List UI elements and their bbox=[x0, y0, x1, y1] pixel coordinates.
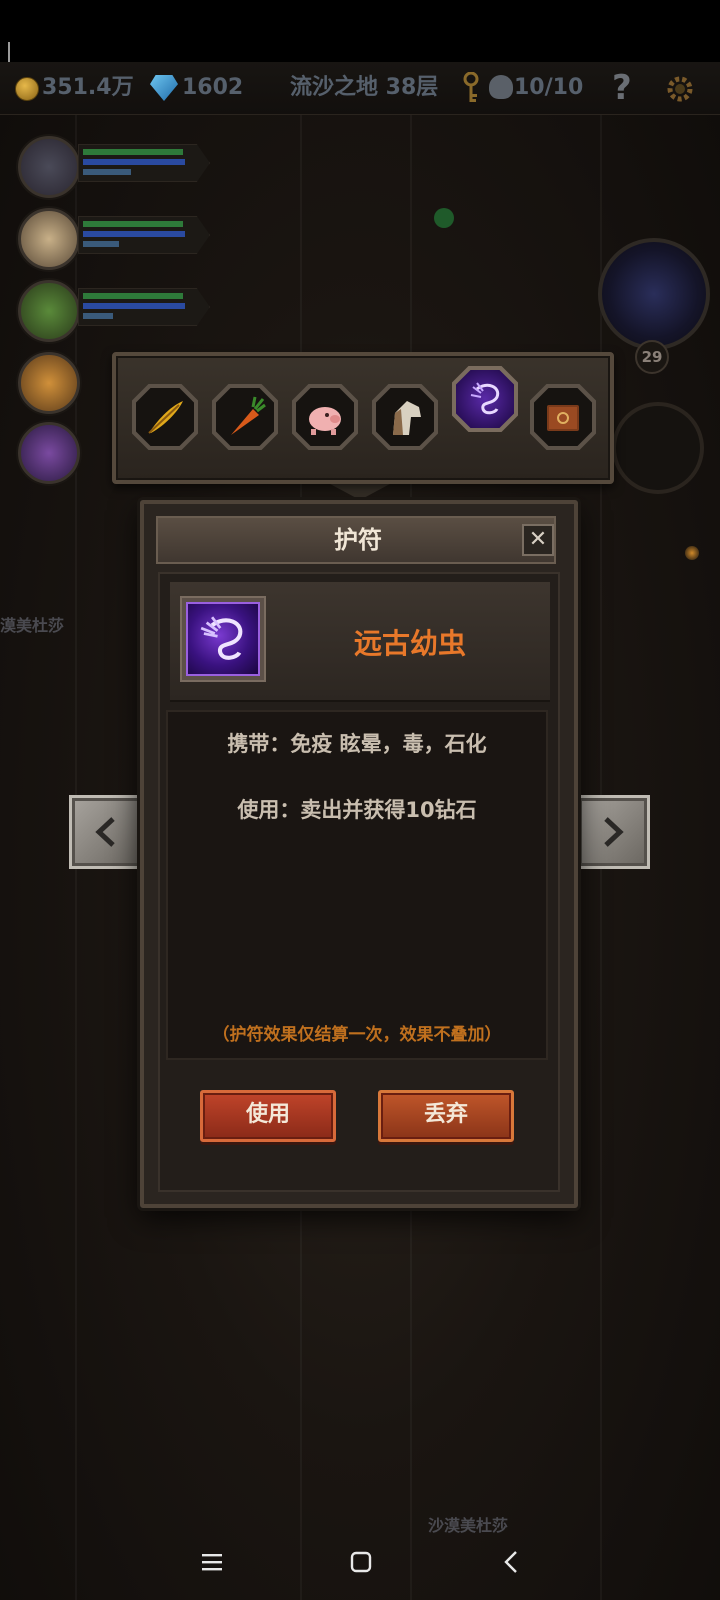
bird-emblem[interactable] bbox=[612, 402, 704, 494]
previous-item-button[interactable] bbox=[69, 795, 143, 869]
diamond-icon bbox=[150, 75, 178, 101]
dialog-title: 护符 bbox=[334, 526, 382, 554]
item-slot-6[interactable] bbox=[530, 384, 596, 450]
hero-bars bbox=[78, 288, 210, 326]
use-effect-text: 使用：卖出并获得10钻石 bbox=[237, 798, 477, 822]
gold-amount: 351.4万 bbox=[42, 75, 134, 100]
party-member-1[interactable] bbox=[8, 132, 218, 198]
close-button[interactable]: ✕ bbox=[522, 524, 554, 556]
amulet-item-bar bbox=[112, 352, 614, 484]
hero-bars bbox=[78, 144, 210, 182]
dialog-title-bar: 护符 ✕ bbox=[156, 516, 556, 564]
ancient-larva-icon bbox=[186, 602, 260, 676]
horse-head-icon bbox=[393, 401, 421, 435]
item-slot-5-selected[interactable] bbox=[452, 366, 518, 432]
help-button[interactable]: ? bbox=[612, 68, 632, 108]
home-icon[interactable] bbox=[349, 1550, 373, 1574]
party-member-2[interactable] bbox=[8, 204, 218, 270]
glow-dot bbox=[685, 546, 699, 560]
gold-coin-icon bbox=[15, 77, 39, 101]
gear-icon[interactable] bbox=[665, 74, 695, 104]
floor-label: 流沙之地 38层 bbox=[290, 75, 439, 100]
system-nav-bar bbox=[0, 1530, 720, 1600]
hero-portrait bbox=[18, 136, 80, 198]
diamond-amount: 1602 bbox=[182, 75, 244, 100]
back-icon[interactable] bbox=[500, 1550, 524, 1574]
discard-button[interactable]: 丢弃 bbox=[378, 1090, 514, 1142]
chevron-right-icon bbox=[604, 817, 624, 847]
carry-effect-text: 携带：免疫 眩晕，毒，石化 bbox=[227, 732, 487, 756]
key-icon bbox=[463, 72, 479, 102]
item-header: 远古幼虫 bbox=[170, 582, 550, 702]
level-badge: 29 bbox=[635, 340, 669, 374]
skull-icon bbox=[489, 75, 513, 99]
golden-feather-icon bbox=[148, 401, 183, 434]
item-slot-3[interactable] bbox=[292, 384, 358, 450]
carrot-icon bbox=[231, 396, 266, 435]
spellbook-icon bbox=[547, 405, 579, 431]
system-status-bar bbox=[0, 0, 720, 62]
dialog-body: 远古幼虫 携带：免疫 眩晕，毒，石化 使用：卖出并获得10钻石 （护符效果仅结算… bbox=[158, 572, 560, 1192]
effect-note: （护符效果仅结算一次，效果不叠加） bbox=[212, 1025, 502, 1045]
menu-icon[interactable] bbox=[200, 1550, 224, 1574]
item-slot-2[interactable] bbox=[212, 384, 278, 450]
hero-portrait bbox=[18, 280, 80, 342]
item-slot-4[interactable] bbox=[372, 384, 438, 450]
resource-bar: 351.4万 1602 流沙之地 38层 10/10 ? bbox=[0, 62, 720, 115]
next-item-button[interactable] bbox=[576, 795, 650, 869]
hero-portrait bbox=[18, 422, 80, 484]
amulet-dialog: 护符 ✕ 远古幼虫 携带：免疫 眩晕，毒，石化 使用：卖出并获得10钻石 （护符… bbox=[140, 500, 578, 1208]
enemy-label: 漠美杜莎 bbox=[0, 616, 65, 635]
hero-bars bbox=[78, 216, 210, 254]
piggy-bank-icon bbox=[309, 407, 341, 435]
item-icon-frame bbox=[180, 596, 266, 682]
hero-portrait bbox=[18, 208, 80, 270]
item-description: 携带：免疫 眩晕，毒，石化 使用：卖出并获得10钻石 （护符效果仅结算一次，效果… bbox=[166, 710, 548, 1060]
boss-emblem[interactable] bbox=[598, 238, 710, 350]
kill-count: 10/10 bbox=[514, 75, 584, 100]
item-name: 远古幼虫 bbox=[353, 627, 466, 660]
use-button[interactable]: 使用 bbox=[200, 1090, 336, 1142]
item-slot-1[interactable] bbox=[132, 384, 198, 450]
green-marker-icon bbox=[434, 208, 454, 228]
ancient-larva-icon bbox=[470, 382, 500, 415]
chevron-left-icon bbox=[95, 817, 115, 847]
party-member-3[interactable] bbox=[8, 276, 218, 342]
hero-portrait bbox=[18, 352, 80, 414]
